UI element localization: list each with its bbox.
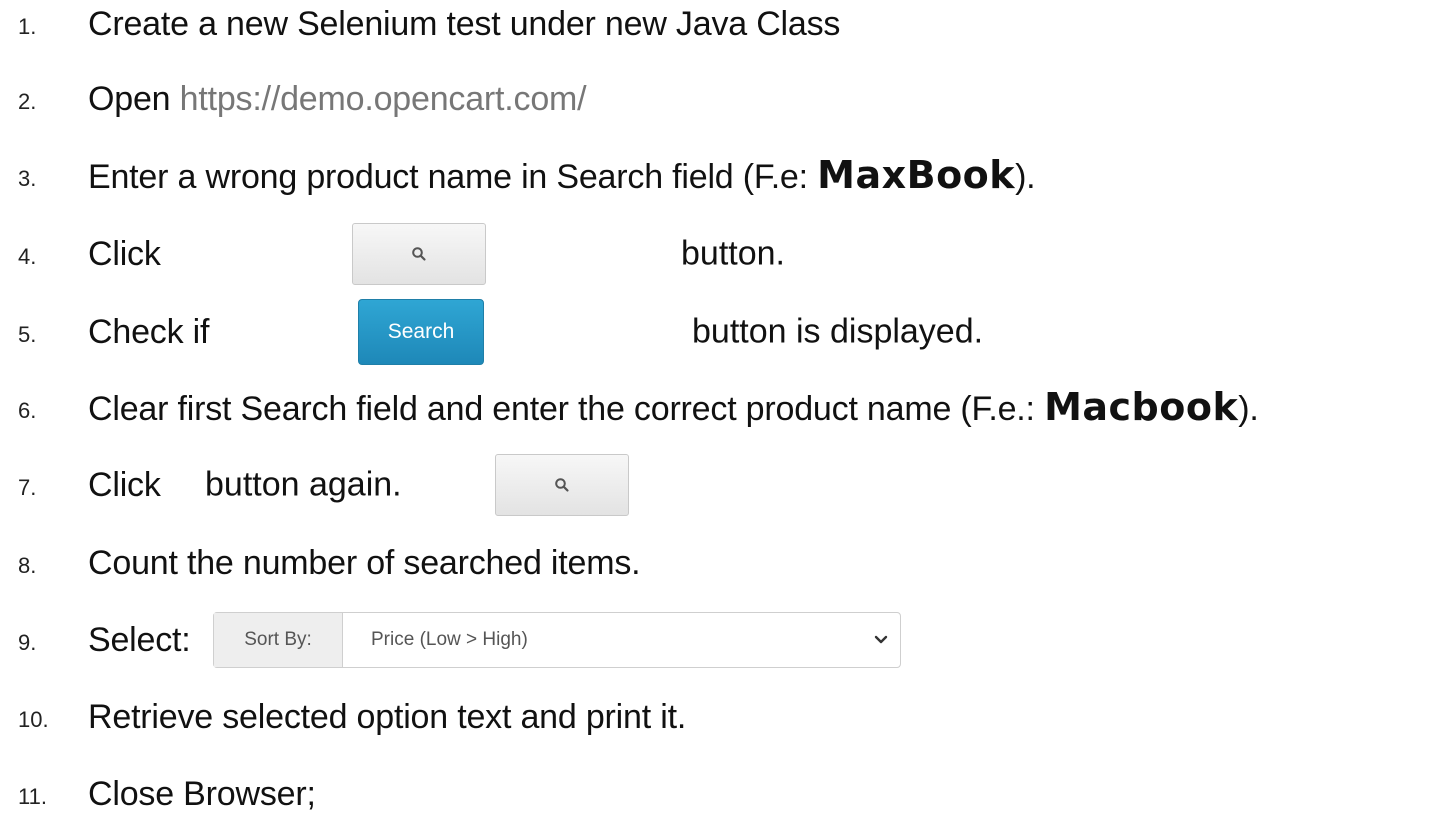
- step-prefix: Clear first Search field and enter the c…: [88, 390, 1045, 428]
- step-number: 5.: [18, 322, 37, 348]
- step-prefix: Click: [88, 235, 161, 273]
- step-number: 6.: [18, 398, 37, 424]
- step-prefix: Check if: [88, 313, 210, 351]
- step-prefix: Open: [88, 80, 180, 118]
- step-8: 8. Count the number of searched items.: [0, 533, 1445, 593]
- step-10: 10. Retrieve selected option text and pr…: [0, 687, 1445, 747]
- step-7: 7. Click button again.: [0, 454, 1445, 516]
- step-text: Count the number of searched items.: [88, 544, 641, 582]
- step-number: 8.: [18, 553, 37, 579]
- step-text: Enter a wrong product name in Search fie…: [88, 153, 1036, 197]
- step-text: Clear first Search field and enter the c…: [88, 387, 1259, 429]
- step-prefix: Select:: [88, 621, 191, 659]
- chevron-down-icon: [874, 635, 888, 644]
- step-9: 9. Select: Sort By: Price (Low > High): [0, 610, 1445, 670]
- step-number: 1.: [18, 14, 37, 40]
- step-suffix: button is displayed.: [692, 312, 984, 351]
- step-number: 3.: [18, 166, 37, 192]
- step-suffix: ).: [1238, 390, 1259, 428]
- magnifier-icon: [555, 478, 569, 492]
- step-text: Open https://demo.opencart.com/: [88, 79, 587, 119]
- step-suffix: ).: [1015, 158, 1036, 196]
- sort-selected-value: Price (Low > High): [371, 629, 528, 650]
- step-suffix: button.: [681, 234, 785, 273]
- step-2: 2. Open https://demo.opencart.com/: [0, 69, 1445, 129]
- step-number: 2.: [18, 89, 37, 115]
- sort-by-label: Sort By:: [214, 613, 343, 667]
- step-6: 6. Clear first Search field and enter th…: [0, 378, 1445, 438]
- opencart-link[interactable]: https://demo.opencart.com/: [180, 80, 587, 118]
- correct-product-name: Macbook: [1044, 385, 1239, 429]
- step-number: 10.: [18, 707, 49, 733]
- step-4: 4. Click button.: [0, 223, 1445, 285]
- search-icon-button[interactable]: [495, 454, 629, 516]
- step-number: 4.: [18, 244, 37, 270]
- step-5: 5. Check if Search button is displayed.: [0, 299, 1445, 365]
- search-button[interactable]: Search: [358, 299, 484, 365]
- magnifier-icon: [412, 247, 426, 261]
- step-number: 11.: [18, 784, 47, 810]
- step-text: Close Browser;: [88, 775, 316, 813]
- sort-by-dropdown[interactable]: Price (Low > High): [343, 613, 900, 667]
- step-11: 11. Close Browser;: [0, 764, 1445, 824]
- wrong-product-name: MaxBook: [817, 153, 1016, 197]
- step-number: 9.: [18, 630, 37, 656]
- step-suffix: button again.: [205, 465, 402, 504]
- sort-by-select[interactable]: Sort By: Price (Low > High): [213, 612, 901, 668]
- step-text: Create a new Selenium test under new Jav…: [88, 5, 841, 43]
- step-prefix: Enter a wrong product name in Search fie…: [88, 158, 818, 196]
- step-prefix: Click: [88, 466, 161, 504]
- step-text: Retrieve selected option text and print …: [88, 698, 687, 736]
- step-3: 3. Enter a wrong product name in Search …: [0, 146, 1445, 206]
- step-number: 7.: [18, 475, 37, 501]
- step-1: 1. Create a new Selenium test under new …: [0, 0, 1445, 54]
- search-icon-button[interactable]: [352, 223, 486, 285]
